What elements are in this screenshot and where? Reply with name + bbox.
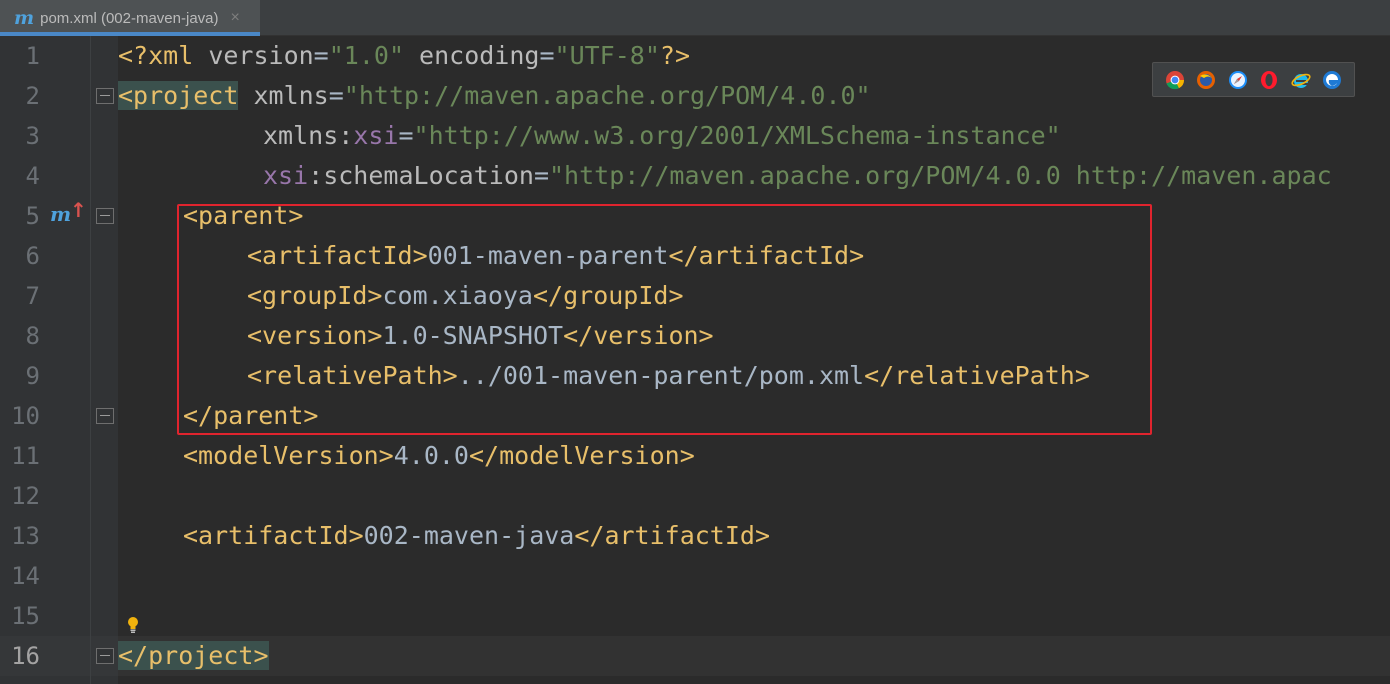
fold-toggle-icon[interactable] bbox=[96, 208, 114, 224]
ie-icon[interactable] bbox=[1291, 70, 1311, 90]
firefox-icon[interactable] bbox=[1196, 70, 1216, 90]
matched-tag-highlight: <project bbox=[118, 81, 239, 110]
lightbulb-icon[interactable] bbox=[126, 616, 140, 634]
line-number: 11 bbox=[11, 442, 40, 470]
parent-block-highlight-box bbox=[177, 204, 1152, 435]
line-number: 16 bbox=[11, 642, 40, 670]
line-number: 12 bbox=[11, 482, 40, 510]
code-line-15[interactable]: 15 bbox=[0, 596, 1390, 636]
line-number: 10 bbox=[11, 402, 40, 430]
safari-icon[interactable] bbox=[1228, 70, 1248, 90]
close-icon[interactable]: × bbox=[231, 9, 240, 27]
line-number: 7 bbox=[25, 282, 40, 310]
line-number: 5 bbox=[25, 202, 40, 230]
maven-parent-icon[interactable]: m bbox=[50, 204, 71, 224]
matched-tag-highlight: </project> bbox=[118, 641, 269, 670]
fold-toggle-icon[interactable] bbox=[96, 408, 114, 424]
tab-title: pom.xml (002-maven-java) bbox=[40, 9, 219, 27]
fold-toggle-icon[interactable] bbox=[96, 648, 114, 664]
opera-icon[interactable] bbox=[1259, 70, 1279, 90]
code-line-4[interactable]: 4 xsi:schemaLocation="http://maven.apach… bbox=[0, 156, 1390, 196]
code-line-3[interactable]: 3 xmlns:xsi="http://www.w3.org/2001/XMLS… bbox=[0, 116, 1390, 156]
code-line-16[interactable]: 16 </project> bbox=[0, 636, 1390, 676]
open-in-browser-toolbar bbox=[1152, 62, 1355, 97]
tab-pom-xml[interactable]: m pom.xml (002-maven-java) × bbox=[0, 0, 260, 36]
code-text[interactable]: <modelVersion>4.0.0</modelVersion> bbox=[183, 436, 695, 476]
line-number: 3 bbox=[25, 122, 40, 150]
maven-file-icon: m bbox=[14, 6, 35, 29]
code-text[interactable]: xsi:schemaLocation="http://maven.apache.… bbox=[263, 156, 1332, 196]
editor-tab-bar: m pom.xml (002-maven-java) × bbox=[0, 0, 1390, 36]
line-number: 6 bbox=[25, 242, 40, 270]
code-line-11[interactable]: 11 <modelVersion>4.0.0</modelVersion> bbox=[0, 436, 1390, 476]
code-text[interactable]: <?xml version="1.0" encoding="UTF-8"?> bbox=[118, 36, 690, 76]
fold-toggle-icon[interactable] bbox=[96, 88, 114, 104]
line-number: 4 bbox=[25, 162, 40, 190]
line-number: 13 bbox=[11, 522, 40, 550]
edge-icon[interactable] bbox=[1322, 70, 1342, 90]
code-line-14[interactable]: 14 bbox=[0, 556, 1390, 596]
code-text[interactable]: <artifactId>002-maven-java</artifactId> bbox=[183, 516, 770, 556]
code-line-12[interactable]: 12 bbox=[0, 476, 1390, 516]
chrome-icon[interactable] bbox=[1165, 70, 1185, 90]
code-text[interactable]: xmlns:xsi="http://www.w3.org/2001/XMLSch… bbox=[263, 116, 1061, 156]
line-number: 15 bbox=[11, 602, 40, 630]
code-text[interactable]: <project xmlns="http://maven.apache.org/… bbox=[118, 76, 871, 116]
line-number: 9 bbox=[25, 362, 40, 390]
code-text[interactable]: </project> bbox=[118, 636, 269, 676]
line-number: 8 bbox=[25, 322, 40, 350]
line-number: 2 bbox=[25, 82, 40, 110]
line-number: 1 bbox=[25, 42, 40, 70]
code-line-13[interactable]: 13 <artifactId>002-maven-java</artifactI… bbox=[0, 516, 1390, 556]
arrow-up-icon[interactable]: ↑ bbox=[70, 200, 87, 220]
line-number: 14 bbox=[11, 562, 40, 590]
